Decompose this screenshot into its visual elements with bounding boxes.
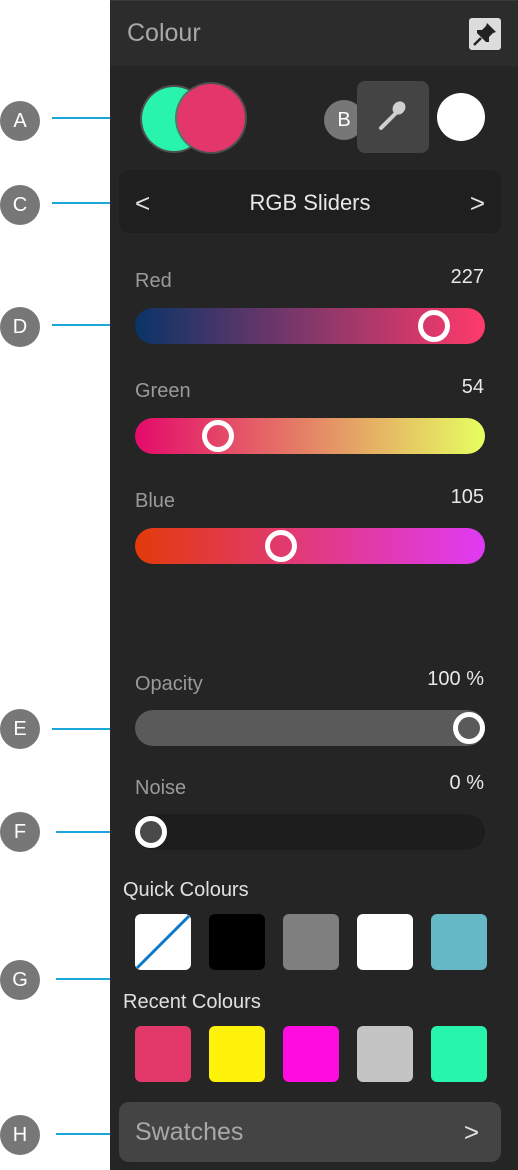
recent-colour-yellow[interactable]: [209, 1026, 265, 1082]
callout-e: E: [0, 709, 40, 749]
panel-title: Colour: [127, 19, 201, 47]
picked-colour-well[interactable]: [437, 93, 485, 141]
panel-header: Colour: [110, 0, 518, 66]
green-slider[interactable]: [135, 418, 485, 454]
no-colour-icon: [135, 914, 191, 970]
quick-colour-grey[interactable]: [283, 914, 339, 970]
colour-panel: Colour B < RGB Sliders > Red 227 Green 5…: [110, 0, 518, 1170]
callout-h: H: [0, 1115, 40, 1155]
callout-f: F: [0, 812, 40, 852]
colour-mode-label: RGB Sliders: [249, 190, 371, 215]
primary-colour-well[interactable]: [177, 84, 245, 152]
blue-slider-thumb[interactable]: [265, 530, 298, 562]
green-label: Green: [135, 380, 191, 402]
callout-c: C: [0, 185, 40, 225]
quick-colour-black[interactable]: [209, 914, 265, 970]
opacity-slider[interactable]: [135, 710, 485, 746]
red-slider[interactable]: [135, 308, 485, 344]
swatches-label: Swatches: [135, 1118, 244, 1146]
opacity-value[interactable]: 100 %: [427, 668, 484, 691]
callout-d: D: [0, 307, 40, 347]
recent-colour-mint[interactable]: [431, 1026, 487, 1082]
eyedropper-icon: [379, 101, 406, 130]
colour-mode-selector: < RGB Sliders >: [119, 170, 501, 233]
eyedropper-button[interactable]: [357, 81, 429, 153]
noise-slider-thumb[interactable]: [135, 816, 167, 848]
red-value[interactable]: 227: [451, 266, 484, 289]
recent-colours-title: Recent Colours: [123, 991, 261, 1013]
quick-colour-teal[interactable]: [431, 914, 487, 970]
quick-colour-white[interactable]: [357, 914, 413, 970]
recent-colour-pink[interactable]: [135, 1026, 191, 1082]
recent-colour-light-grey[interactable]: [357, 1026, 413, 1082]
green-slider-thumb[interactable]: [201, 420, 234, 452]
pin-button[interactable]: [469, 18, 501, 50]
noise-label: Noise: [135, 777, 187, 799]
callout-g: G: [0, 960, 40, 1000]
blue-value[interactable]: 105: [451, 486, 484, 509]
red-label: Red: [135, 270, 172, 292]
quick-colours-title: Quick Colours: [123, 879, 249, 901]
noise-value[interactable]: 0 %: [450, 772, 484, 795]
callout-a: A: [0, 101, 40, 141]
blue-slider[interactable]: [135, 528, 485, 564]
recent-colour-magenta[interactable]: [283, 1026, 339, 1082]
next-mode-button[interactable]: >: [470, 188, 485, 219]
noise-slider[interactable]: [135, 814, 485, 850]
blue-label: Blue: [135, 490, 176, 512]
opacity-label: Opacity: [135, 673, 203, 695]
quick-colour-none[interactable]: [135, 914, 191, 970]
green-value[interactable]: 54: [462, 376, 484, 399]
pin-icon: [473, 23, 496, 46]
chevron-right-icon: >: [463, 1117, 479, 1147]
opacity-slider-thumb[interactable]: [453, 712, 485, 744]
red-slider-thumb[interactable]: [418, 310, 451, 342]
swatches-button[interactable]: Swatches >: [119, 1102, 501, 1162]
